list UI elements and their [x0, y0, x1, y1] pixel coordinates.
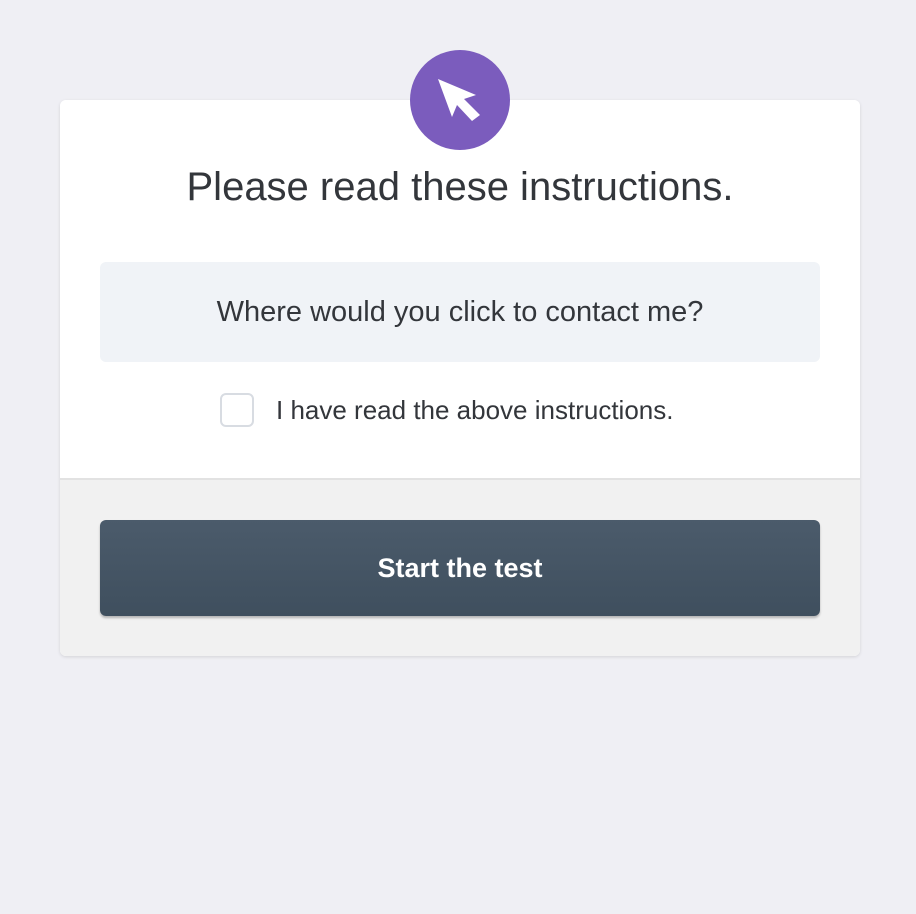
- start-test-button[interactable]: Start the test: [100, 520, 820, 616]
- cursor-badge: [410, 50, 510, 150]
- action-section: Start the test: [60, 478, 860, 656]
- confirm-label[interactable]: I have read the above instructions.: [276, 395, 673, 426]
- confirm-row[interactable]: I have read the above instructions.: [220, 392, 673, 428]
- instructions-card: Please read these instructions. Where wo…: [60, 100, 860, 656]
- page: Please read these instructions. Where wo…: [0, 0, 916, 914]
- task-question: Where would you click to contact me?: [216, 295, 704, 328]
- page-title: Please read these instructions.: [186, 165, 734, 209]
- task-question-box: Where would you click to contact me?: [100, 262, 820, 362]
- confirm-checkbox[interactable]: [220, 393, 254, 427]
- instructions-section: Please read these instructions. Where wo…: [60, 100, 860, 478]
- cursor-arrow-icon: [438, 79, 480, 121]
